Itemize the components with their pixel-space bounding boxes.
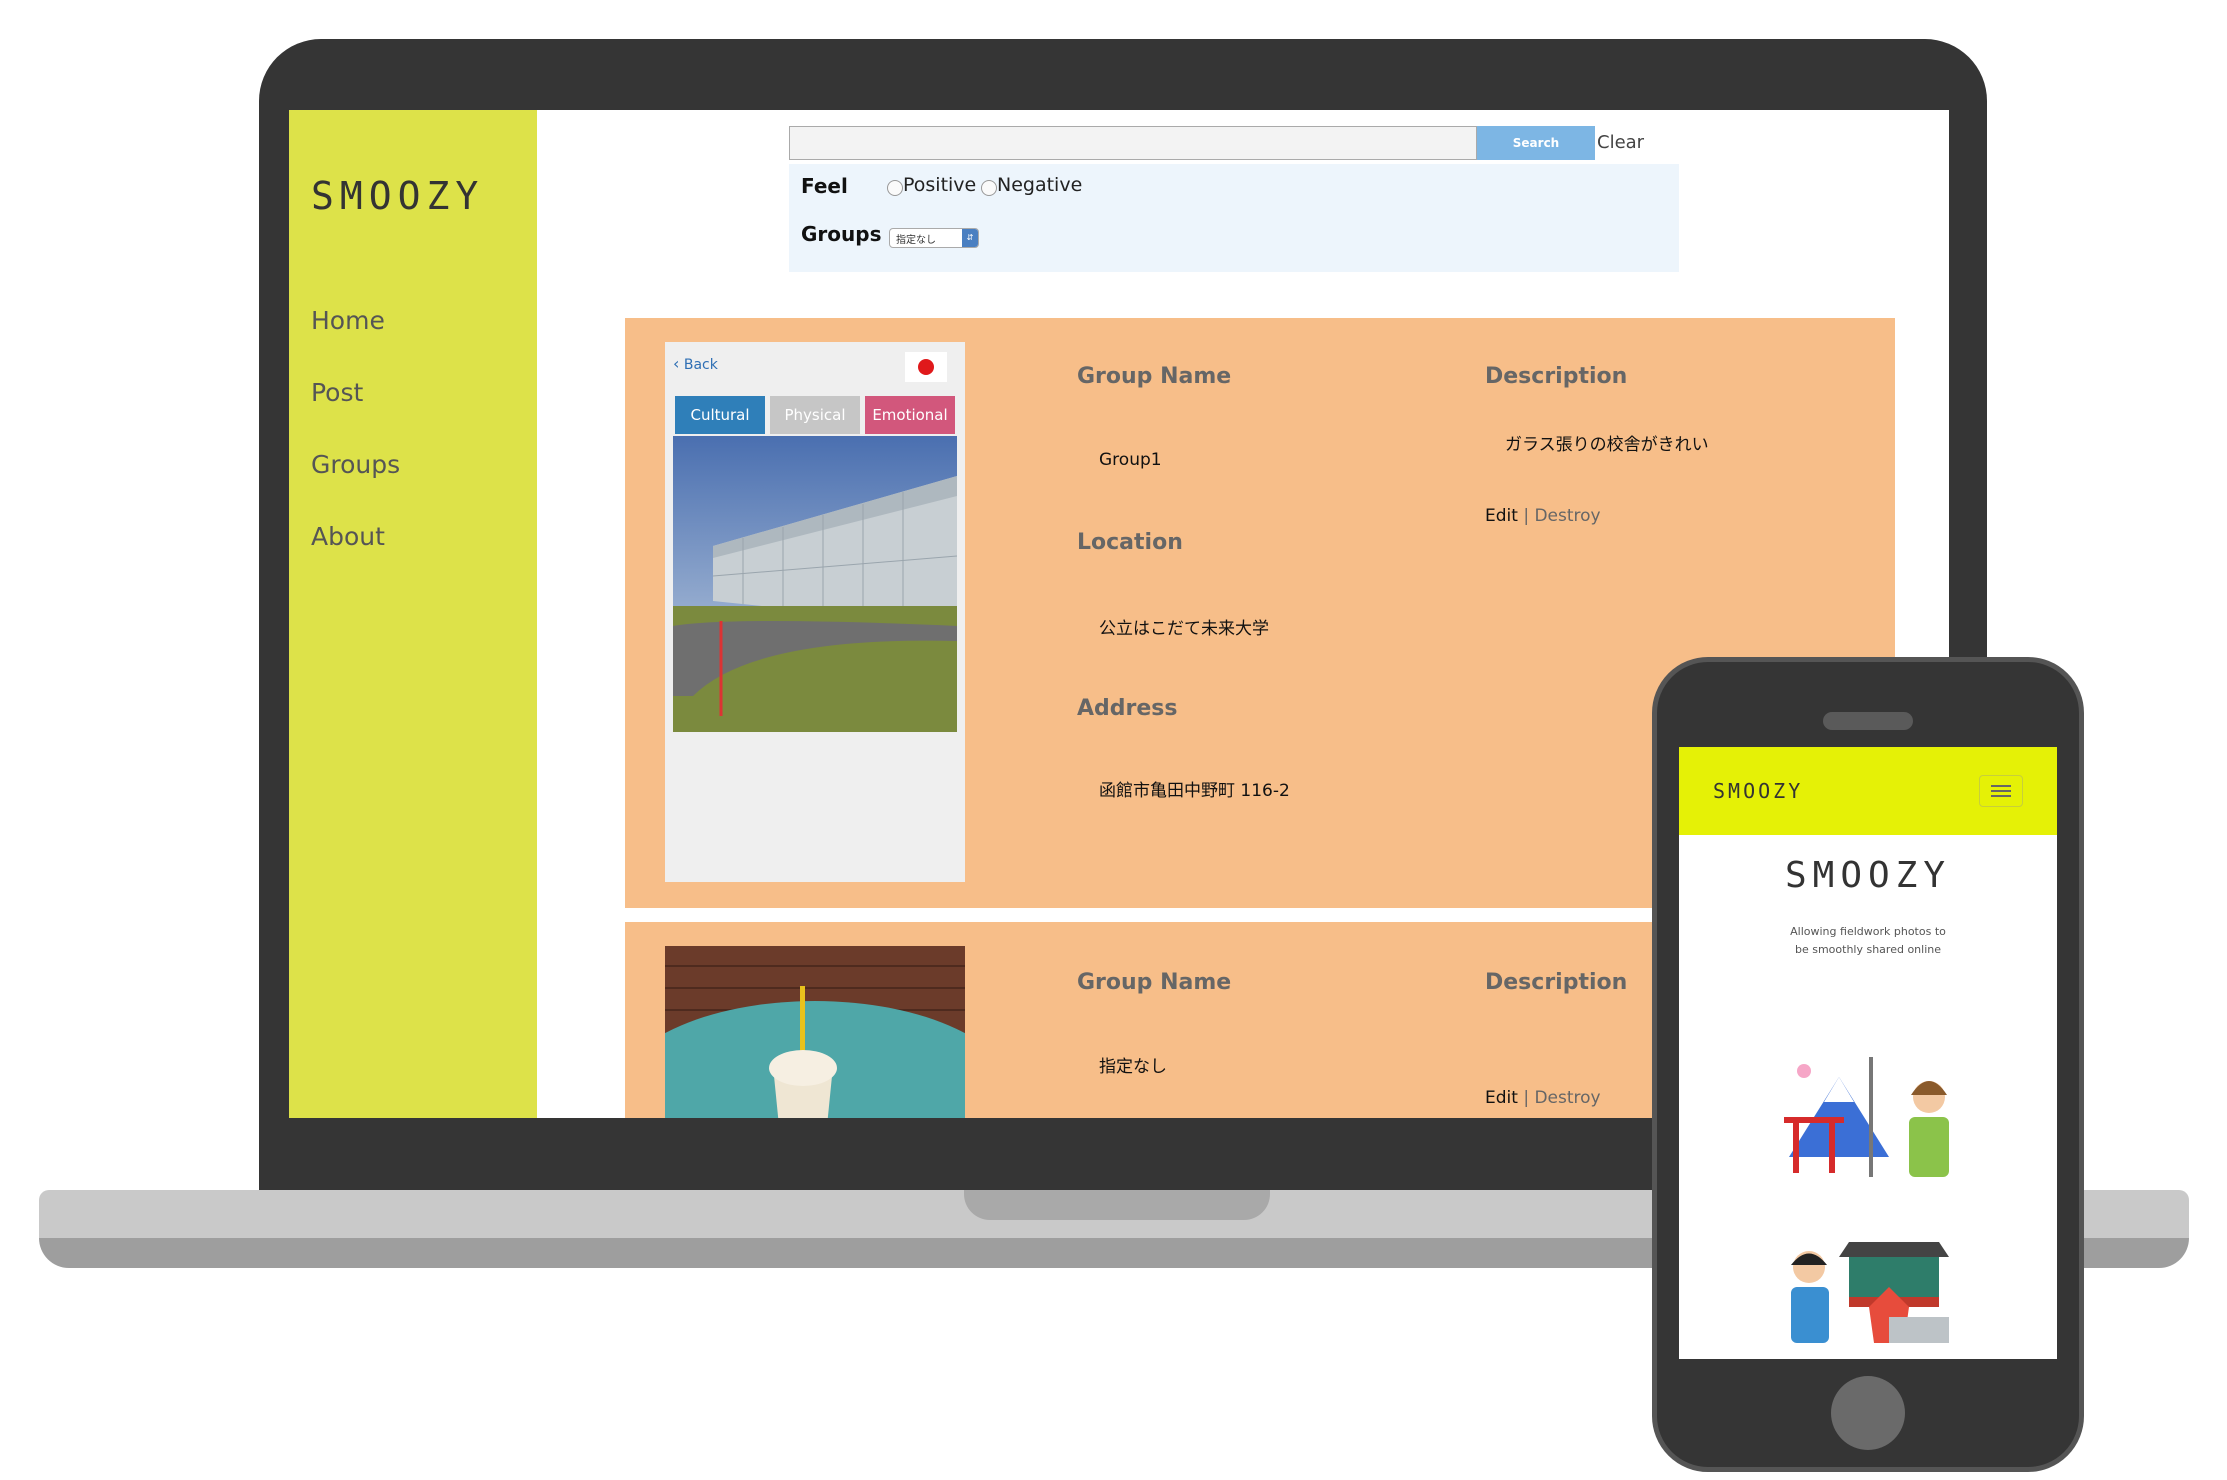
address-label: Address xyxy=(1077,696,1178,721)
group-name-value: 指定なし xyxy=(1099,1057,1167,1077)
sidebar-item-post[interactable]: Post xyxy=(311,378,363,407)
radio-negative-label: Negative xyxy=(997,174,1083,196)
sidebar-logo[interactable]: SMOOZY xyxy=(311,174,484,218)
phone-home-button xyxy=(1831,1376,1905,1450)
action-separator: | xyxy=(1523,1088,1530,1108)
destroy-link[interactable]: Destroy xyxy=(1534,1088,1600,1108)
sidebar: SMOOZY Home Post Groups About xyxy=(289,110,537,1118)
group-name-value: Group1 xyxy=(1099,450,1162,470)
description-value: ガラス張りの校舎がきれい xyxy=(1505,435,1709,455)
group-name-label: Group Name xyxy=(1077,970,1232,995)
location-value: 公立はこだて未来大学 xyxy=(1099,619,1269,639)
action-separator: | xyxy=(1523,506,1530,526)
hamburger-menu-icon[interactable] xyxy=(1979,775,2023,807)
destroy-link[interactable]: Destroy xyxy=(1534,506,1600,526)
tag-cultural[interactable]: Cultural xyxy=(675,396,765,434)
post-screenshot: ‹ Back Cultural Physical Emotional xyxy=(665,342,965,882)
mobile-header: SMOOZY xyxy=(1679,747,2057,835)
edit-link[interactable]: Edit xyxy=(1485,1088,1518,1108)
illustration-korea xyxy=(1779,1217,1959,1351)
mobile-hero-logo: SMOOZY xyxy=(1784,855,1952,896)
laptop-notch xyxy=(964,1190,1270,1220)
chevron-updown-icon: ⇵ xyxy=(962,229,978,247)
mobile-header-logo[interactable]: SMOOZY xyxy=(1713,779,1803,803)
description-label: Description xyxy=(1485,970,1628,995)
tagline-line-2: be smoothly shared online xyxy=(1794,943,1942,956)
sidebar-item-groups[interactable]: Groups xyxy=(311,450,400,479)
sidebar-item-about[interactable]: About xyxy=(311,522,385,551)
groups-select[interactable]: 指定なし ⇵ xyxy=(889,228,979,248)
search-button[interactable]: Search xyxy=(1477,126,1595,160)
address-value: 函館市亀田中野町 116-2 xyxy=(1099,781,1290,801)
back-label: Back xyxy=(683,357,718,373)
feel-label: Feel xyxy=(801,174,848,198)
phone-frame: SMOOZY SMOOZY Allowing fieldwork photos … xyxy=(1652,657,2084,1472)
radio-positive[interactable] xyxy=(887,180,903,196)
card-actions: Edit | Destroy xyxy=(1485,1088,1601,1108)
radio-positive-label: Positive xyxy=(903,174,977,196)
mobile-tagline: Allowing fieldwork photos to be smoothly… xyxy=(1679,923,2057,959)
japan-flag-icon xyxy=(905,352,947,382)
tagline-line-1: Allowing fieldwork photos to xyxy=(1790,925,1946,938)
search-input[interactable] xyxy=(789,126,1477,160)
phone-screen: SMOOZY SMOOZY Allowing fieldwork photos … xyxy=(1679,747,2057,1359)
tag-physical[interactable]: Physical xyxy=(770,396,860,434)
groups-label: Groups xyxy=(801,222,882,246)
post-photo xyxy=(665,946,965,1118)
radio-negative[interactable] xyxy=(981,180,997,196)
location-label: Location xyxy=(1077,530,1183,555)
post-photo xyxy=(673,436,957,732)
card-actions: Edit | Destroy xyxy=(1485,506,1601,526)
illustration-japan xyxy=(1779,1047,1959,1191)
chevron-left-icon: ‹ xyxy=(673,354,680,373)
sidebar-item-home[interactable]: Home xyxy=(311,306,385,335)
edit-link[interactable]: Edit xyxy=(1485,506,1518,526)
description-label: Description xyxy=(1485,364,1628,389)
group-name-label: Group Name xyxy=(1077,364,1232,389)
clear-link[interactable]: Clear xyxy=(1597,132,1644,153)
back-link[interactable]: ‹ Back xyxy=(673,354,718,373)
tag-emotional[interactable]: Emotional xyxy=(865,396,955,434)
phone-speaker xyxy=(1823,712,1913,730)
groups-select-value: 指定なし xyxy=(896,235,936,246)
